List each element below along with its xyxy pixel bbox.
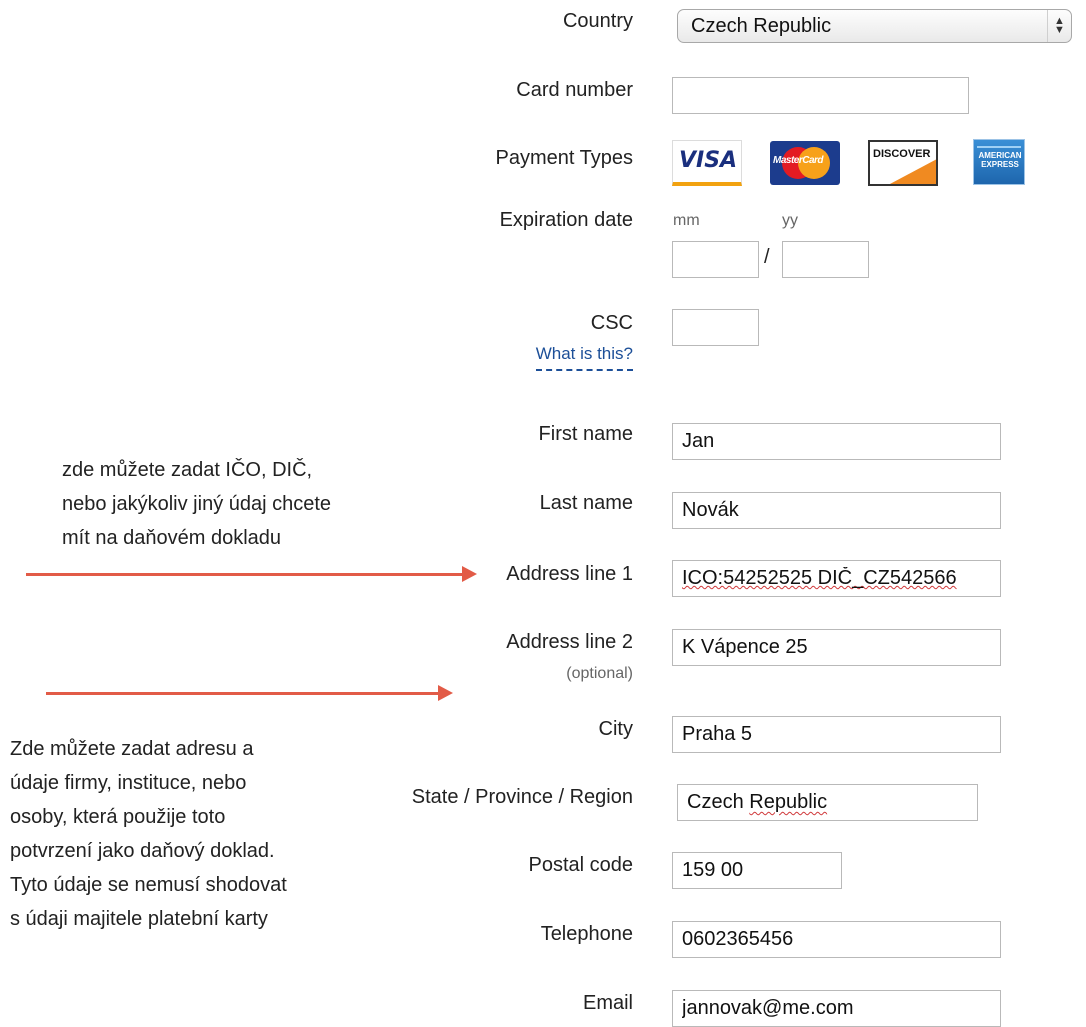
address1-label: Address line 1	[506, 563, 633, 585]
country-label: Country	[562, 10, 633, 32]
city-label: City	[598, 718, 633, 740]
csc-help-link[interactable]: What is this?	[535, 344, 633, 371]
select-arrows-icon: ▲ ▼	[1047, 10, 1071, 42]
annotation-arrow-address2	[46, 685, 453, 701]
address2-input[interactable]	[672, 629, 1001, 666]
state-value-word1: Czech	[687, 791, 744, 813]
card-number-label: Card number	[516, 79, 633, 101]
note-tax-id: zde můžete zadat IČO, DIČ, nebo jakýkoli…	[62, 459, 332, 549]
card-number-input[interactable]	[672, 77, 969, 114]
postal-code-input[interactable]	[672, 852, 842, 889]
address2-label: Address line 2	[506, 631, 633, 653]
discover-card-icon: DISCOVER	[868, 140, 938, 186]
visa-card-icon: VISA	[672, 140, 742, 186]
state-input[interactable]: Czech Republic	[677, 784, 978, 821]
email-input[interactable]	[672, 990, 1001, 1027]
note-billing-address: Zde můžete zadat adresu a údaje firmy, i…	[10, 738, 287, 930]
csc-input[interactable]	[672, 309, 759, 346]
address2-optional-note: (optional)	[566, 665, 633, 682]
expiration-year-input[interactable]	[782, 241, 869, 278]
country-value: Czech Republic	[691, 15, 832, 37]
city-input[interactable]	[672, 716, 1001, 753]
american-express-card-icon: AMERICAN EXPRESS	[973, 139, 1025, 185]
mastercard-card-icon: MasterCard	[770, 141, 840, 185]
first-name-label: First name	[538, 423, 633, 445]
address1-input[interactable]	[672, 560, 1001, 597]
state-value-word2: Republic	[749, 791, 828, 813]
telephone-input[interactable]	[672, 921, 1001, 958]
month-hint: mm	[673, 212, 700, 229]
first-name-input[interactable]	[672, 423, 1001, 460]
expiration-separator: /	[764, 246, 770, 268]
csc-label: CSC	[590, 312, 633, 334]
expiration-month-input[interactable]	[672, 241, 759, 278]
telephone-label: Telephone	[540, 923, 633, 945]
annotation-arrow-address1	[26, 566, 477, 582]
payment-types-label: Payment Types	[495, 147, 633, 169]
email-label: Email	[582, 992, 633, 1014]
last-name-label: Last name	[539, 492, 633, 514]
state-label: State / Province / Region	[411, 786, 633, 808]
expiration-label: Expiration date	[499, 209, 633, 231]
country-select[interactable]: Czech Republic ▲ ▼	[677, 9, 1072, 43]
last-name-input[interactable]	[672, 492, 1001, 529]
year-hint: yy	[782, 212, 798, 229]
postal-code-label: Postal code	[528, 854, 633, 876]
